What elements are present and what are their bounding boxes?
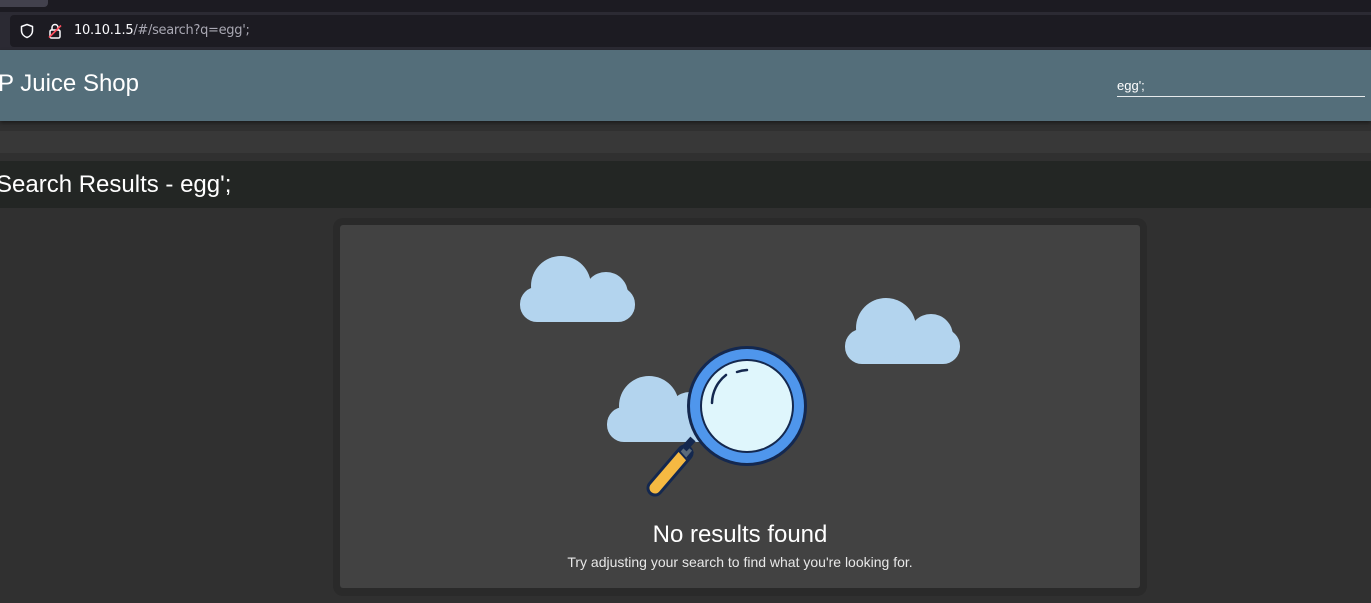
sub-toolbar <box>0 131 1371 153</box>
insecure-lock-icon[interactable] <box>47 23 63 39</box>
app-title[interactable]: P Juice Shop <box>0 70 139 98</box>
results-header: Search Results - egg'; <box>0 161 1371 208</box>
no-results-subtitle: Try adjusting your search to find what y… <box>567 554 913 570</box>
browser-tab-strip <box>0 0 1371 12</box>
cloud-icon <box>520 256 635 322</box>
no-results-title: No results found <box>652 521 828 548</box>
url-path: /#/search?q=egg'; <box>133 23 250 38</box>
cloud-icon <box>845 298 960 364</box>
browser-navbar: 10.10.1.5/#/search?q=egg'; <box>0 12 1371 50</box>
results-title: Search Results - egg'; <box>0 171 232 198</box>
magnifying-glass-clouds-illustration <box>520 256 960 497</box>
no-results-card: No results found Try adjusting your sear… <box>340 225 1140 588</box>
url-bar[interactable]: 10.10.1.5/#/search?q=egg'; <box>10 15 1371 47</box>
app-toolbar: P Juice Shop <box>0 50 1371 121</box>
url-text[interactable]: 10.10.1.5/#/search?q=egg'; <box>74 23 250 38</box>
browser-tab[interactable] <box>0 0 48 7</box>
url-host: 10.10.1.5 <box>74 23 134 38</box>
search-input[interactable] <box>1117 74 1365 97</box>
shield-icon[interactable] <box>19 23 35 39</box>
